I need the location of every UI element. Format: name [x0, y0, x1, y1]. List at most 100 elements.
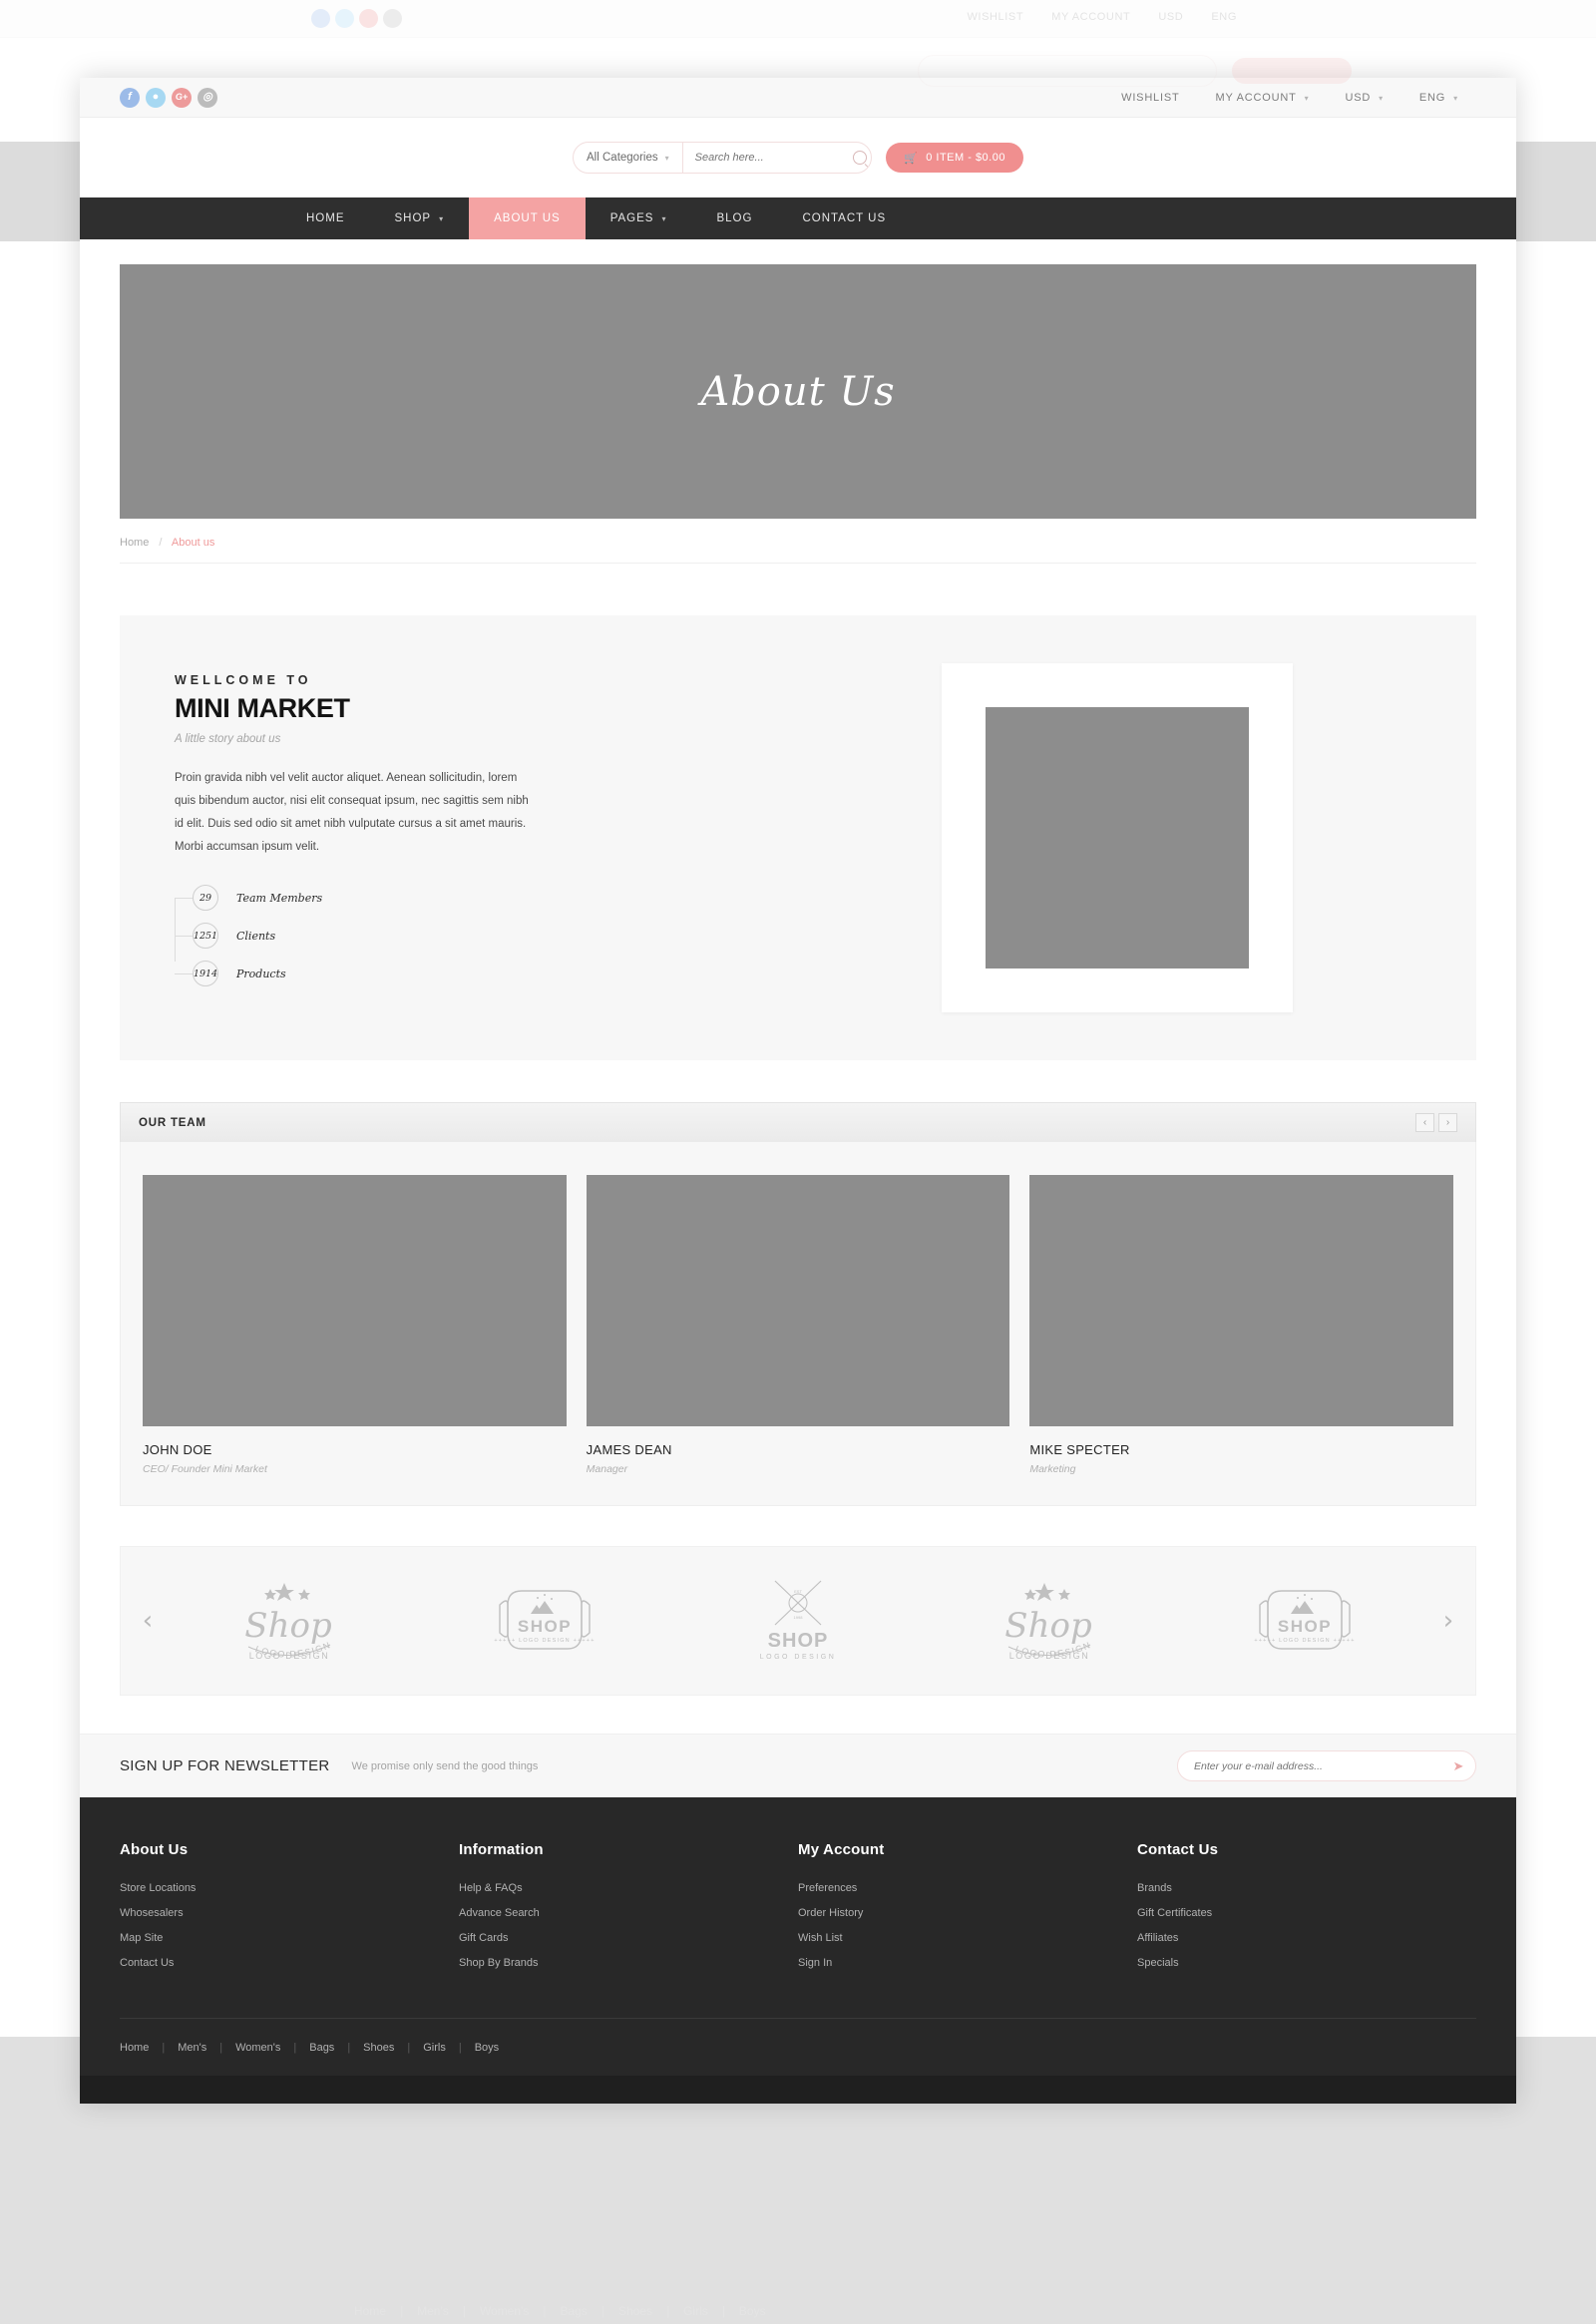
footer-bottom-link[interactable]: Shoes — [363, 2042, 394, 2054]
footer-bottom-link[interactable]: Home — [120, 2042, 149, 2054]
brand-logo[interactable]: Shop LOGO DESIGN LOGO DESIGN — [992, 1573, 1111, 1669]
brands-next-arrow-icon[interactable]: › — [1431, 1606, 1465, 1636]
nav-item-contact-us[interactable]: CONTACT US — [777, 197, 911, 239]
cart-button[interactable]: 🛒 0 ITEM - $0.00 — [886, 143, 1023, 173]
about-photo-placeholder — [985, 707, 1249, 968]
team-member-photo — [1029, 1175, 1454, 1426]
footer-column: About Us Store Locations Whosesalers Map Si… — [120, 1841, 459, 1982]
team-members-grid: JOHN DOE CEO/ Founder Mini Market JAMES DE… — [120, 1142, 1476, 1506]
team-member-name: JOHN DOE — [143, 1442, 212, 1457]
footer-column-title: About Us — [120, 1841, 189, 1858]
svg-text:LOGO DESIGN: LOGO DESIGN — [760, 1654, 837, 1661]
footer-column-title: Contact Us — [1137, 1841, 1219, 1858]
breadcrumb-home[interactable]: Home — [120, 537, 149, 549]
nav-item-label: HOME — [306, 212, 345, 224]
instagram-icon[interactable]: ◎ — [198, 87, 217, 108]
footer-columns: About Us Store Locations Whosesalers Map Si… — [120, 1841, 1476, 2018]
svg-text:SHOP: SHOP — [518, 1617, 572, 1636]
nav-item-blog[interactable]: BLOG — [691, 197, 777, 239]
search-button[interactable] — [850, 143, 871, 173]
footer-bottom-link[interactable]: Boys — [475, 2042, 499, 2054]
nav-item-label: PAGES — [609, 212, 654, 224]
brands-prev-arrow-icon[interactable]: ‹ — [131, 1606, 165, 1636]
footer-link[interactable]: Help & FAQs — [459, 1882, 798, 1894]
footer-link-separator: | — [458, 2041, 462, 2054]
category-dropdown[interactable]: All Categories ▾ — [574, 143, 683, 173]
newsletter-title: SIGN UP FOR NEWSLETTER — [120, 1757, 330, 1774]
svg-text:SHOP: SHOP — [768, 1630, 829, 1652]
about-stats-list: 29 Team Members 1251 Clients 1914 Products — [174, 885, 727, 986]
wishlist-link[interactable]: WISHLIST — [1103, 92, 1197, 104]
footer-bottom-link[interactable]: Bags — [309, 2042, 334, 2054]
about-title: MINI MARKET — [175, 693, 350, 723]
facebook-icon[interactable]: f — [120, 87, 140, 108]
about-image-column — [757, 663, 1476, 1012]
team-member-role: Manager — [586, 1463, 628, 1475]
stat-item: 29 Team Members — [174, 885, 727, 911]
footer-link[interactable]: Wish List — [798, 1932, 1137, 1944]
team-next-arrow-icon[interactable]: › — [1438, 1113, 1457, 1132]
team-member-card[interactable]: JOHN DOE CEO/ Founder Mini Market — [143, 1175, 567, 1475]
currency-selector[interactable]: USD — [1327, 92, 1400, 104]
website-page: f ● G+ ◎ WISHLIST MY ACCOUNT USD ENG All… — [80, 78, 1516, 2104]
brand-logo[interactable]: SHOP +++++ LOGO DESIGN +++++ — [1245, 1573, 1365, 1669]
social-icon-group: f ● G+ ◎ — [120, 87, 217, 108]
team-member-name: JAMES DEAN — [586, 1442, 672, 1457]
footer-link[interactable]: Order History — [798, 1907, 1137, 1919]
footer-bottom-link[interactable]: Men's — [178, 2042, 206, 2054]
google-plus-icon[interactable]: G+ — [172, 87, 192, 108]
stat-value: 1251 — [193, 923, 218, 949]
my-account-link[interactable]: MY ACCOUNT — [1198, 92, 1328, 104]
footer-link[interactable]: Brands — [1137, 1882, 1476, 1894]
stat-value: 1914 — [193, 961, 218, 986]
team-prev-arrow-icon[interactable]: ‹ — [1415, 1113, 1434, 1132]
svg-text:EST: EST — [794, 1589, 802, 1594]
newsletter-submit-button[interactable]: ➤ — [1445, 1753, 1471, 1779]
nav-item-shop[interactable]: SHOP ▾ — [370, 197, 470, 239]
footer-link[interactable]: Gift Certificates — [1137, 1907, 1476, 1919]
team-member-card[interactable]: JAMES DEAN Manager — [586, 1175, 1010, 1475]
footer-link-separator: | — [162, 2041, 166, 2054]
footer-link[interactable]: Whosesalers — [120, 1907, 459, 1919]
search-icon — [853, 151, 868, 165]
footer-link-separator: | — [293, 2041, 297, 2054]
search-input[interactable] — [682, 143, 850, 173]
team-member-role: CEO/ Founder Mini Market — [143, 1463, 267, 1475]
footer-link[interactable]: Affiliates — [1137, 1932, 1476, 1944]
footer-column-title: My Account — [798, 1841, 885, 1858]
footer-link[interactable]: Specials — [1137, 1957, 1476, 1969]
nav-item-about-us[interactable]: ABOUT US — [469, 197, 586, 239]
footer-link[interactable]: Sign In — [798, 1957, 1137, 1969]
chevron-down-icon: ▾ — [664, 153, 669, 163]
team-member-card[interactable]: MIKE SPECTER Marketing — [1029, 1175, 1454, 1475]
footer-link[interactable]: Map Site — [120, 1932, 459, 1944]
footer-link[interactable]: Shop By Brands — [459, 1957, 798, 1969]
site-footer: About Us Store Locations Whosesalers Map Si… — [80, 1797, 1516, 2076]
brand-logo[interactable]: Shop LOGO DESIGN LOGO DESIGN — [231, 1573, 351, 1669]
footer-link[interactable]: Store Locations — [120, 1882, 459, 1894]
newsletter-email-input[interactable] — [1194, 1759, 1445, 1772]
footer-bottom-link[interactable]: Girls — [423, 2042, 446, 2054]
twitter-icon[interactable]: ● — [146, 87, 166, 108]
chevron-down-icon: ▾ — [661, 213, 667, 223]
svg-text:SHOP: SHOP — [1278, 1617, 1332, 1636]
footer-link[interactable]: Advance Search — [459, 1907, 798, 1919]
footer-column-title: Information — [459, 1841, 544, 1858]
footer-link[interactable]: Preferences — [798, 1882, 1137, 1894]
search-row: All Categories ▾ 🛒 0 ITEM - $0.00 — [80, 118, 1516, 197]
footer-link-separator: | — [347, 2041, 351, 2054]
about-photo-frame — [941, 663, 1293, 1012]
screenshot-canvas: WISHLIST MY ACCOUNT USD ENG f ● G+ ◎ WIS… — [0, 0, 1596, 2324]
footer-link[interactable]: Contact Us — [120, 1957, 459, 1969]
footer-link[interactable]: Gift Cards — [459, 1932, 798, 1944]
footer-bottom-link[interactable]: Women's — [235, 2042, 280, 2054]
brand-logo[interactable]: EST 1998 SHOP LOGO DESIGN — [738, 1573, 858, 1669]
language-selector[interactable]: ENG — [1401, 92, 1476, 104]
stat-item: 1251 Clients — [174, 923, 727, 949]
nav-item-home[interactable]: HOME — [281, 197, 370, 239]
team-member-photo — [143, 1175, 567, 1426]
brand-logo-track: Shop LOGO DESIGN LOGO DESIGN SHOP +++++ … — [165, 1573, 1431, 1669]
brand-logo[interactable]: SHOP +++++ LOGO DESIGN +++++ — [485, 1573, 604, 1669]
breadcrumb-separator: / — [159, 537, 163, 549]
nav-item-pages[interactable]: PAGES ▾ — [586, 197, 692, 239]
